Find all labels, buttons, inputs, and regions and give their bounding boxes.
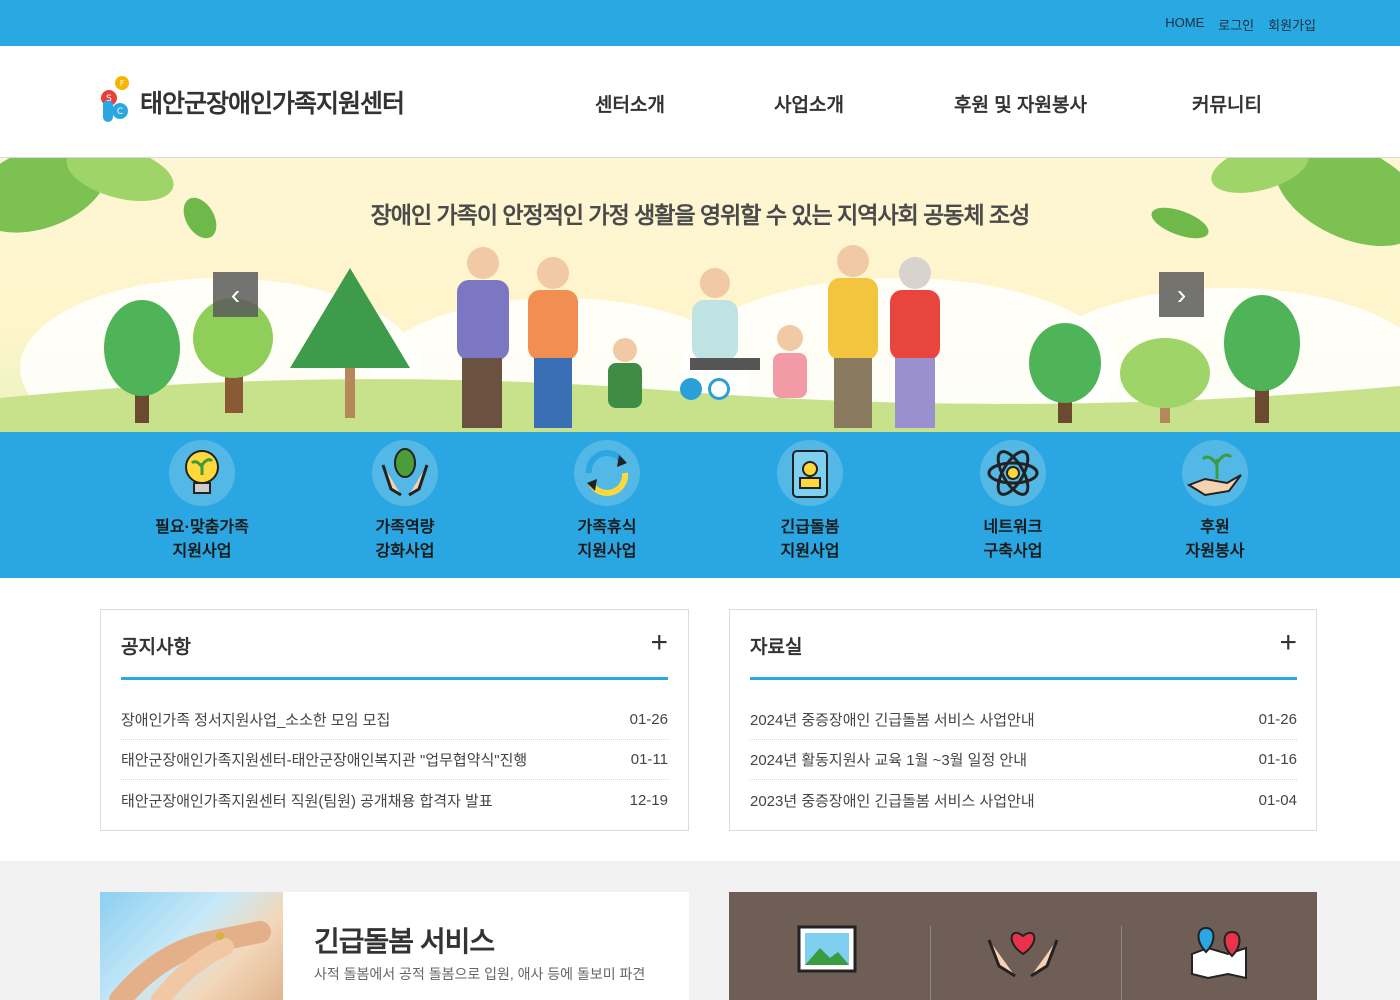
holding-hands-photo [100,892,283,1000]
list-item[interactable]: 2024년 중증장애인 긴급돌봄 서비스 사업안내 01-26 [750,700,1297,740]
archive-board-title: 자료실 [750,637,803,658]
map-location-link[interactable] [1121,892,1317,1000]
quick-service-network[interactable]: 네트워크 구축사업 [933,440,1093,564]
heart-hands-link[interactable] [925,892,1121,1000]
emergency-care-banner[interactable]: 긴급돌봄 서비스 사적 돌봄에서 공적 돌봄으로 입원, 애사 등에 돌보미 파… [100,892,689,1000]
plus-icon[interactable]: + [1279,628,1297,658]
quick-service-custom-family[interactable]: 필요·맞춤가족 지원사업 [122,440,282,564]
quick-service-family-capacity[interactable]: 가족역량 강화사업 [325,440,485,564]
hero-banner: 장애인 가족이 안정적인 가정 생활을 영위할 수 있는 지역사회 공동체 조성… [0,158,1400,432]
chevron-right-icon: › [1176,278,1187,310]
site-header: F S C 태안군장애인가족지원센터 센터소개 사업소개 후원 및 자원봉사 커… [0,46,1400,158]
chevron-left-icon: ‹ [230,278,241,310]
top-utility-bar: HOME 로그인 회원가입 [0,0,1400,46]
main-nav: 센터소개 사업소개 후원 및 자원봉사 커뮤니티 [0,90,1400,117]
list-item[interactable]: 2024년 활동지원사 교육 1월 ~3월 일정 안내 01-16 [750,740,1297,780]
plus-icon[interactable]: + [650,628,668,658]
quick-service-label: 긴급돌봄 지원사업 [780,519,840,560]
quick-service-label: 가족휴식 지원사업 [577,519,637,560]
photo-gallery-icon [797,925,857,973]
lightbulb-sprout-icon [169,440,235,506]
hand-plant-icon [1182,440,1248,506]
heart-hands-icon [987,931,1059,978]
notice-board-header: 공지사항 + [121,628,668,680]
archive-list: 2024년 중증장애인 긴급돌봄 서비스 사업안내 01-26 2024년 활동지… [750,700,1297,820]
slide-dot-1[interactable] [680,378,702,400]
map-location-icon [1191,926,1247,980]
slide-next-button[interactable]: › [1159,272,1204,317]
care-banner-title: 긴급돌봄 서비스 [314,926,495,957]
photo-gallery-link[interactable] [729,892,925,1000]
signup-link[interactable]: 회원가입 [1268,15,1316,34]
list-item[interactable]: 장애인가족 정서지원사업_소소한 모임 모집 01-26 [121,700,668,740]
quick-service-family-rest[interactable]: 가족휴식 지원사업 [527,440,687,564]
quick-service-label: 후원 자원봉사 [1185,519,1245,560]
nav-business-intro[interactable]: 사업소개 [774,90,844,117]
atom-network-icon [980,440,1046,506]
hero-title: 장애인 가족이 안정적인 가정 생활을 영위할 수 있는 지역사회 공동체 조성 [370,202,1031,228]
svg-text:F: F [120,79,125,88]
quick-services-bar: 필요·맞춤가족 지원사업 가족역량 강화사업 가족휴식 지원사업 긴급돌봄 지원사업 네… [0,432,1400,578]
nav-sponsor-volunteer[interactable]: 후원 및 자원봉사 [954,90,1087,117]
slide-prev-button[interactable]: ‹ [213,272,258,317]
slide-dot-2[interactable] [708,378,730,400]
nav-community[interactable]: 커뮤니티 [1192,90,1262,117]
quick-service-emergency-care[interactable]: 긴급돌봄 지원사업 [730,440,890,564]
quick-service-label: 가족역량 강화사업 [375,519,435,560]
notice-list: 장애인가족 정서지원사업_소소한 모임 모집 01-26 태안군장애인가족지원센터… [121,700,668,820]
notice-board-title: 공지사항 [121,637,191,658]
archive-board: 자료실 + 2024년 중증장애인 긴급돌봄 서비스 사업안내 01-26 202… [729,609,1317,831]
login-link[interactable]: 로그인 [1218,15,1254,34]
list-item[interactable]: 2023년 중증장애인 긴급돌봄 서비스 사업안내 01-04 [750,780,1297,820]
quick-service-label: 필요·맞춤가족 지원사업 [155,519,249,560]
list-item[interactable]: 태안군장애인가족지원센터 직원(팀원) 공개채용 합격자 발표 12-19 [121,780,668,820]
notice-board: 공지사항 + 장애인가족 정서지원사업_소소한 모임 모집 01-26 태안군장애… [100,609,689,831]
home-link[interactable]: HOME [1165,15,1204,34]
quick-service-sponsor-volunteer[interactable]: 후원 자원봉사 [1135,440,1295,564]
refresh-arrows-icon [574,440,640,506]
archive-board-header: 자료실 + [750,628,1297,680]
bottom-icons-panel [729,892,1317,1000]
list-item[interactable]: 태안군장애인가족지원센터-태안군장애인복지관 "업무협약식"진행 01-11 [121,740,668,780]
care-banner-subtitle: 사적 돌봄에서 공적 돌봄으로 입원, 애사 등에 돌보미 파견 [314,966,646,982]
quick-service-label: 네트워크 구축사업 [983,519,1043,560]
hands-leaf-icon [372,440,438,506]
slide-pagination [680,378,730,400]
top-links: HOME 로그인 회원가입 [1165,15,1316,34]
id-badge-icon [777,440,843,506]
nav-center-intro[interactable]: 센터소개 [595,90,665,117]
